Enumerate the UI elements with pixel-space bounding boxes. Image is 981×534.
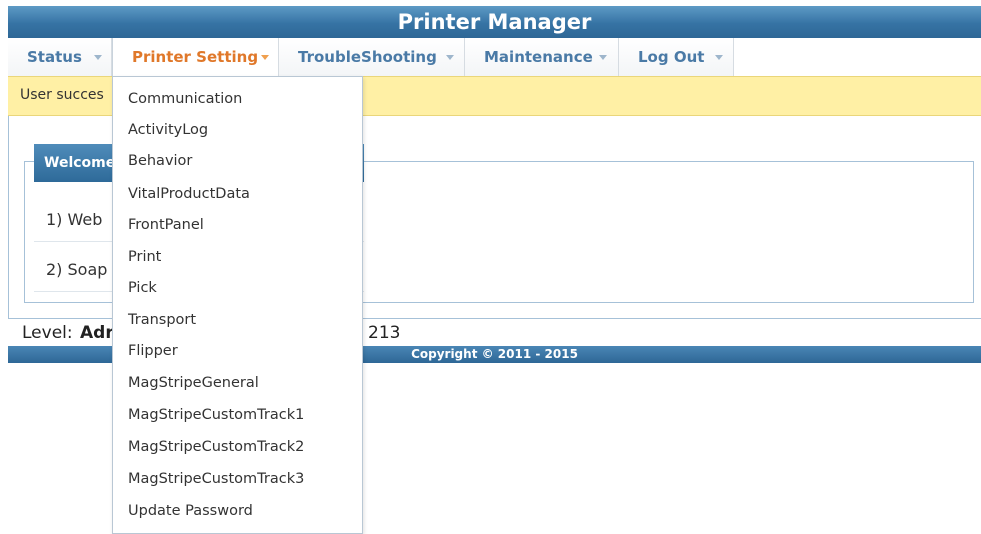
dropdown-item-pick[interactable]: Pick (128, 277, 157, 299)
dropdown-item-magstripegeneral[interactable]: MagStripeGeneral (128, 372, 259, 394)
menu-troubleshooting[interactable]: TroubleShooting (279, 38, 465, 76)
menu-maintenance[interactable]: Maintenance (465, 38, 619, 76)
menu-printer-setting-label: Printer Setting (132, 48, 259, 66)
chevron-down-icon (715, 55, 723, 60)
app-title-bar: Printer Manager (8, 6, 981, 38)
dropdown-item-frontpanel[interactable]: FrontPanel (128, 214, 204, 236)
copyright-text: Copyright © 2011 - 2015 (411, 347, 578, 361)
dropdown-item-communication[interactable]: Communication (128, 88, 242, 110)
dropdown-item-transport[interactable]: Transport (128, 309, 196, 331)
printer-setting-dropdown: Communication ActivityLog Behavior Vital… (112, 76, 363, 534)
menu-printer-setting[interactable]: Printer Setting (112, 38, 279, 76)
menu-log-out-label: Log Out (638, 48, 705, 66)
level-extra: 213 (368, 323, 401, 343)
chevron-down-icon (446, 55, 454, 60)
dropdown-item-update-password[interactable]: Update Password (128, 500, 253, 522)
level-value: Adr (80, 323, 114, 343)
main-menu-bar: Status Printer Setting TroubleShooting M… (8, 38, 981, 77)
chevron-down-icon (599, 55, 607, 60)
chevron-down-icon (261, 55, 269, 60)
level-label: Level: (22, 323, 73, 343)
menu-troubleshooting-label: TroubleShooting (298, 48, 437, 66)
welcome-panel-title: Welcome (44, 155, 116, 171)
dropdown-item-activitylog[interactable]: ActivityLog (128, 119, 208, 141)
dropdown-item-print[interactable]: Print (128, 246, 161, 268)
menu-log-out[interactable]: Log Out (619, 38, 734, 76)
banner-message: User succes (20, 87, 104, 103)
dropdown-item-vitalproductdata[interactable]: VitalProductData (128, 183, 250, 205)
dropdown-item-behavior[interactable]: Behavior (128, 150, 192, 172)
dropdown-item-magstripecustomtrack2[interactable]: MagStripeCustomTrack2 (128, 436, 304, 458)
menu-status[interactable]: Status (8, 38, 112, 76)
menu-maintenance-label: Maintenance (484, 48, 593, 66)
chevron-down-icon (94, 55, 102, 60)
app-title: Printer Manager (397, 10, 592, 34)
dropdown-item-magstripecustomtrack1[interactable]: MagStripeCustomTrack1 (128, 404, 304, 426)
dropdown-item-magstripecustomtrack3[interactable]: MagStripeCustomTrack3 (128, 468, 304, 490)
menu-status-label: Status (27, 48, 82, 66)
dropdown-item-flipper[interactable]: Flipper (128, 340, 178, 362)
